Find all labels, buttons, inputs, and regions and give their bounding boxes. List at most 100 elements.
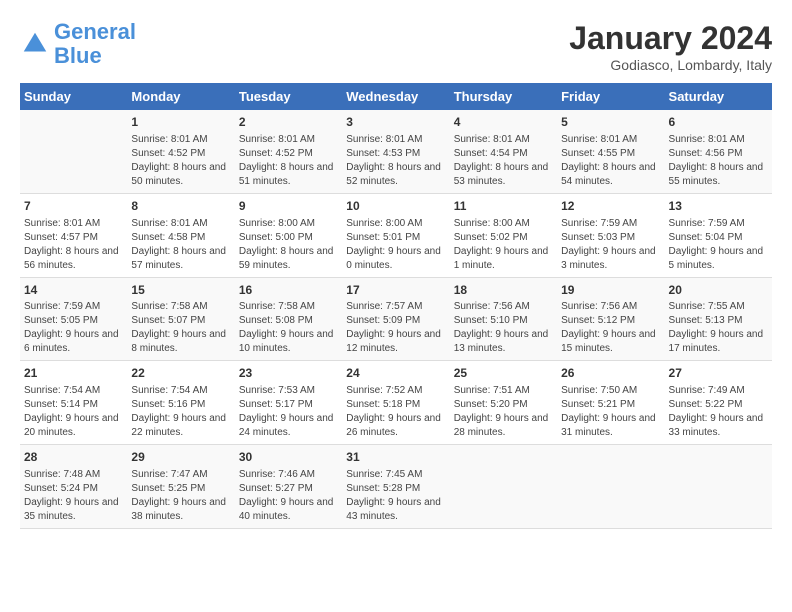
- day-info: Sunrise: 7:47 AMSunset: 5:25 PMDaylight:…: [131, 468, 230, 524]
- day-info: Sunrise: 7:59 AMSunset: 5:05 PMDaylight:…: [24, 300, 123, 356]
- day-number: 1: [131, 114, 230, 131]
- calendar-cell: 20Sunrise: 7:55 AMSunset: 5:13 PMDayligh…: [665, 277, 772, 361]
- day-number: 29: [131, 449, 230, 466]
- calendar-cell: 3 Sunrise: 8:01 AMSunset: 4:53 PMDaylight…: [342, 110, 449, 193]
- day-number: 16: [239, 282, 338, 299]
- day-info: Sunrise: 7:55 AMSunset: 5:13 PMDaylight:…: [669, 300, 768, 356]
- day-number: 7: [24, 198, 123, 215]
- day-number: 31: [346, 449, 445, 466]
- logo-line1: General: [54, 19, 136, 44]
- calendar-cell: 22 Sunrise: 7:54 AMSunset: 5:16 PMDayligh…: [127, 361, 234, 445]
- day-info: Sunrise: 7:58 AMSunset: 5:07 PMDaylight:…: [131, 300, 230, 356]
- calendar-cell: 28Sunrise: 7:48 AMSunset: 5:24 PMDayligh…: [20, 445, 127, 529]
- day-info: Sunrise: 7:58 AMSunset: 5:08 PMDaylight:…: [239, 300, 338, 356]
- day-info: Sunrise: 7:53 AMSunset: 5:17 PMDaylight:…: [239, 384, 338, 440]
- calendar-cell: 25Sunrise: 7:51 AMSunset: 5:20 PMDayligh…: [450, 361, 557, 445]
- day-info: Sunrise: 8:00 AMSunset: 5:01 PMDaylight:…: [346, 217, 445, 273]
- calendar-week-row: 14Sunrise: 7:59 AMSunset: 5:05 PMDayligh…: [20, 277, 772, 361]
- calendar-cell: 12Sunrise: 7:59 AMSunset: 5:03 PMDayligh…: [557, 193, 664, 277]
- calendar-cell: 18Sunrise: 7:56 AMSunset: 5:10 PMDayligh…: [450, 277, 557, 361]
- day-info: Sunrise: 7:57 AMSunset: 5:09 PMDaylight:…: [346, 300, 445, 356]
- calendar-week-row: 21 Sunrise: 7:54 AMSunset: 5:14 PMDayligh…: [20, 361, 772, 445]
- calendar-cell: 15Sunrise: 7:58 AMSunset: 5:07 PMDayligh…: [127, 277, 234, 361]
- weekday-header-sunday: Sunday: [20, 83, 127, 110]
- calendar-cell: [665, 445, 772, 529]
- day-number: 3: [346, 114, 445, 131]
- calendar-week-row: 1 Sunrise: 8:01 AMSunset: 4:52 PMDaylight…: [20, 110, 772, 193]
- calendar-cell: 21 Sunrise: 7:54 AMSunset: 5:14 PMDayligh…: [20, 361, 127, 445]
- day-info: Sunrise: 8:01 AMSunset: 4:57 PMDaylight:…: [24, 217, 123, 273]
- logo-line2: Blue: [54, 43, 102, 68]
- day-info: Sunrise: 8:01 AMSunset: 4:53 PMDaylight:…: [346, 133, 445, 189]
- day-number: 9: [239, 198, 338, 215]
- weekday-header-tuesday: Tuesday: [235, 83, 342, 110]
- calendar-cell: 14Sunrise: 7:59 AMSunset: 5:05 PMDayligh…: [20, 277, 127, 361]
- day-info: Sunrise: 8:01 AMSunset: 4:55 PMDaylight:…: [561, 133, 660, 189]
- day-number: 14: [24, 282, 123, 299]
- day-number: 21: [24, 365, 123, 382]
- day-number: 11: [454, 198, 553, 215]
- calendar-cell: 9 Sunrise: 8:00 AMSunset: 5:00 PMDaylight…: [235, 193, 342, 277]
- day-info: Sunrise: 8:00 AMSunset: 5:02 PMDaylight:…: [454, 217, 553, 273]
- day-number: 20: [669, 282, 768, 299]
- title-block: January 2024 Godiasco, Lombardy, Italy: [569, 20, 772, 73]
- calendar-cell: 31Sunrise: 7:45 AMSunset: 5:28 PMDayligh…: [342, 445, 449, 529]
- calendar-cell: 19Sunrise: 7:56 AMSunset: 5:12 PMDayligh…: [557, 277, 664, 361]
- logo-text: General Blue: [54, 20, 136, 68]
- day-info: Sunrise: 8:01 AMSunset: 4:58 PMDaylight:…: [131, 217, 230, 273]
- day-number: 15: [131, 282, 230, 299]
- day-number: 17: [346, 282, 445, 299]
- day-info: Sunrise: 7:46 AMSunset: 5:27 PMDaylight:…: [239, 468, 338, 524]
- day-info: Sunrise: 7:50 AMSunset: 5:21 PMDaylight:…: [561, 384, 660, 440]
- calendar-cell: 10 Sunrise: 8:00 AMSunset: 5:01 PMDayligh…: [342, 193, 449, 277]
- logo: General Blue: [20, 20, 136, 68]
- weekday-header-saturday: Saturday: [665, 83, 772, 110]
- calendar-cell: 7 Sunrise: 8:01 AMSunset: 4:57 PMDaylight…: [20, 193, 127, 277]
- calendar-cell: 27 Sunrise: 7:49 AMSunset: 5:22 PMDayligh…: [665, 361, 772, 445]
- day-number: 23: [239, 365, 338, 382]
- calendar-cell: 17Sunrise: 7:57 AMSunset: 5:09 PMDayligh…: [342, 277, 449, 361]
- calendar-cell: 23 Sunrise: 7:53 AMSunset: 5:17 PMDayligh…: [235, 361, 342, 445]
- weekday-header-wednesday: Wednesday: [342, 83, 449, 110]
- calendar-cell: [450, 445, 557, 529]
- calendar-cell: 29 Sunrise: 7:47 AMSunset: 5:25 PMDayligh…: [127, 445, 234, 529]
- day-number: 13: [669, 198, 768, 215]
- calendar-week-row: 28Sunrise: 7:48 AMSunset: 5:24 PMDayligh…: [20, 445, 772, 529]
- day-number: 22: [131, 365, 230, 382]
- calendar-cell: 5 Sunrise: 8:01 AMSunset: 4:55 PMDaylight…: [557, 110, 664, 193]
- calendar-cell: 2Sunrise: 8:01 AMSunset: 4:52 PMDaylight…: [235, 110, 342, 193]
- day-info: Sunrise: 7:59 AMSunset: 5:04 PMDaylight:…: [669, 217, 768, 273]
- day-info: Sunrise: 7:49 AMSunset: 5:22 PMDaylight:…: [669, 384, 768, 440]
- weekday-header-row: SundayMondayTuesdayWednesdayThursdayFrid…: [20, 83, 772, 110]
- day-info: Sunrise: 7:56 AMSunset: 5:10 PMDaylight:…: [454, 300, 553, 356]
- day-number: 24: [346, 365, 445, 382]
- calendar-cell: 16Sunrise: 7:58 AMSunset: 5:08 PMDayligh…: [235, 277, 342, 361]
- day-info: Sunrise: 8:01 AMSunset: 4:56 PMDaylight:…: [669, 133, 768, 189]
- calendar-cell: 11 Sunrise: 8:00 AMSunset: 5:02 PMDayligh…: [450, 193, 557, 277]
- day-info: Sunrise: 7:54 AMSunset: 5:14 PMDaylight:…: [24, 384, 123, 440]
- day-number: 19: [561, 282, 660, 299]
- calendar-week-row: 7 Sunrise: 8:01 AMSunset: 4:57 PMDaylight…: [20, 193, 772, 277]
- day-info: Sunrise: 8:01 AMSunset: 4:52 PMDaylight:…: [131, 133, 230, 189]
- day-number: 30: [239, 449, 338, 466]
- day-number: 12: [561, 198, 660, 215]
- logo-icon: [20, 29, 50, 59]
- day-number: 5: [561, 114, 660, 131]
- weekday-header-friday: Friday: [557, 83, 664, 110]
- day-number: 4: [454, 114, 553, 131]
- day-info: Sunrise: 8:00 AMSunset: 5:00 PMDaylight:…: [239, 217, 338, 273]
- day-info: Sunrise: 7:54 AMSunset: 5:16 PMDaylight:…: [131, 384, 230, 440]
- calendar-cell: 13 Sunrise: 7:59 AMSunset: 5:04 PMDayligh…: [665, 193, 772, 277]
- day-number: 10: [346, 198, 445, 215]
- page-header: General Blue January 2024 Godiasco, Lomb…: [20, 20, 772, 73]
- day-info: Sunrise: 7:48 AMSunset: 5:24 PMDaylight:…: [24, 468, 123, 524]
- day-number: 27: [669, 365, 768, 382]
- main-title: January 2024: [569, 20, 772, 57]
- day-info: Sunrise: 8:01 AMSunset: 4:52 PMDaylight:…: [239, 133, 338, 189]
- calendar-cell: [20, 110, 127, 193]
- calendar-cell: 1 Sunrise: 8:01 AMSunset: 4:52 PMDaylight…: [127, 110, 234, 193]
- weekday-header-monday: Monday: [127, 83, 234, 110]
- day-info: Sunrise: 7:56 AMSunset: 5:12 PMDaylight:…: [561, 300, 660, 356]
- calendar-cell: [557, 445, 664, 529]
- day-info: Sunrise: 7:52 AMSunset: 5:18 PMDaylight:…: [346, 384, 445, 440]
